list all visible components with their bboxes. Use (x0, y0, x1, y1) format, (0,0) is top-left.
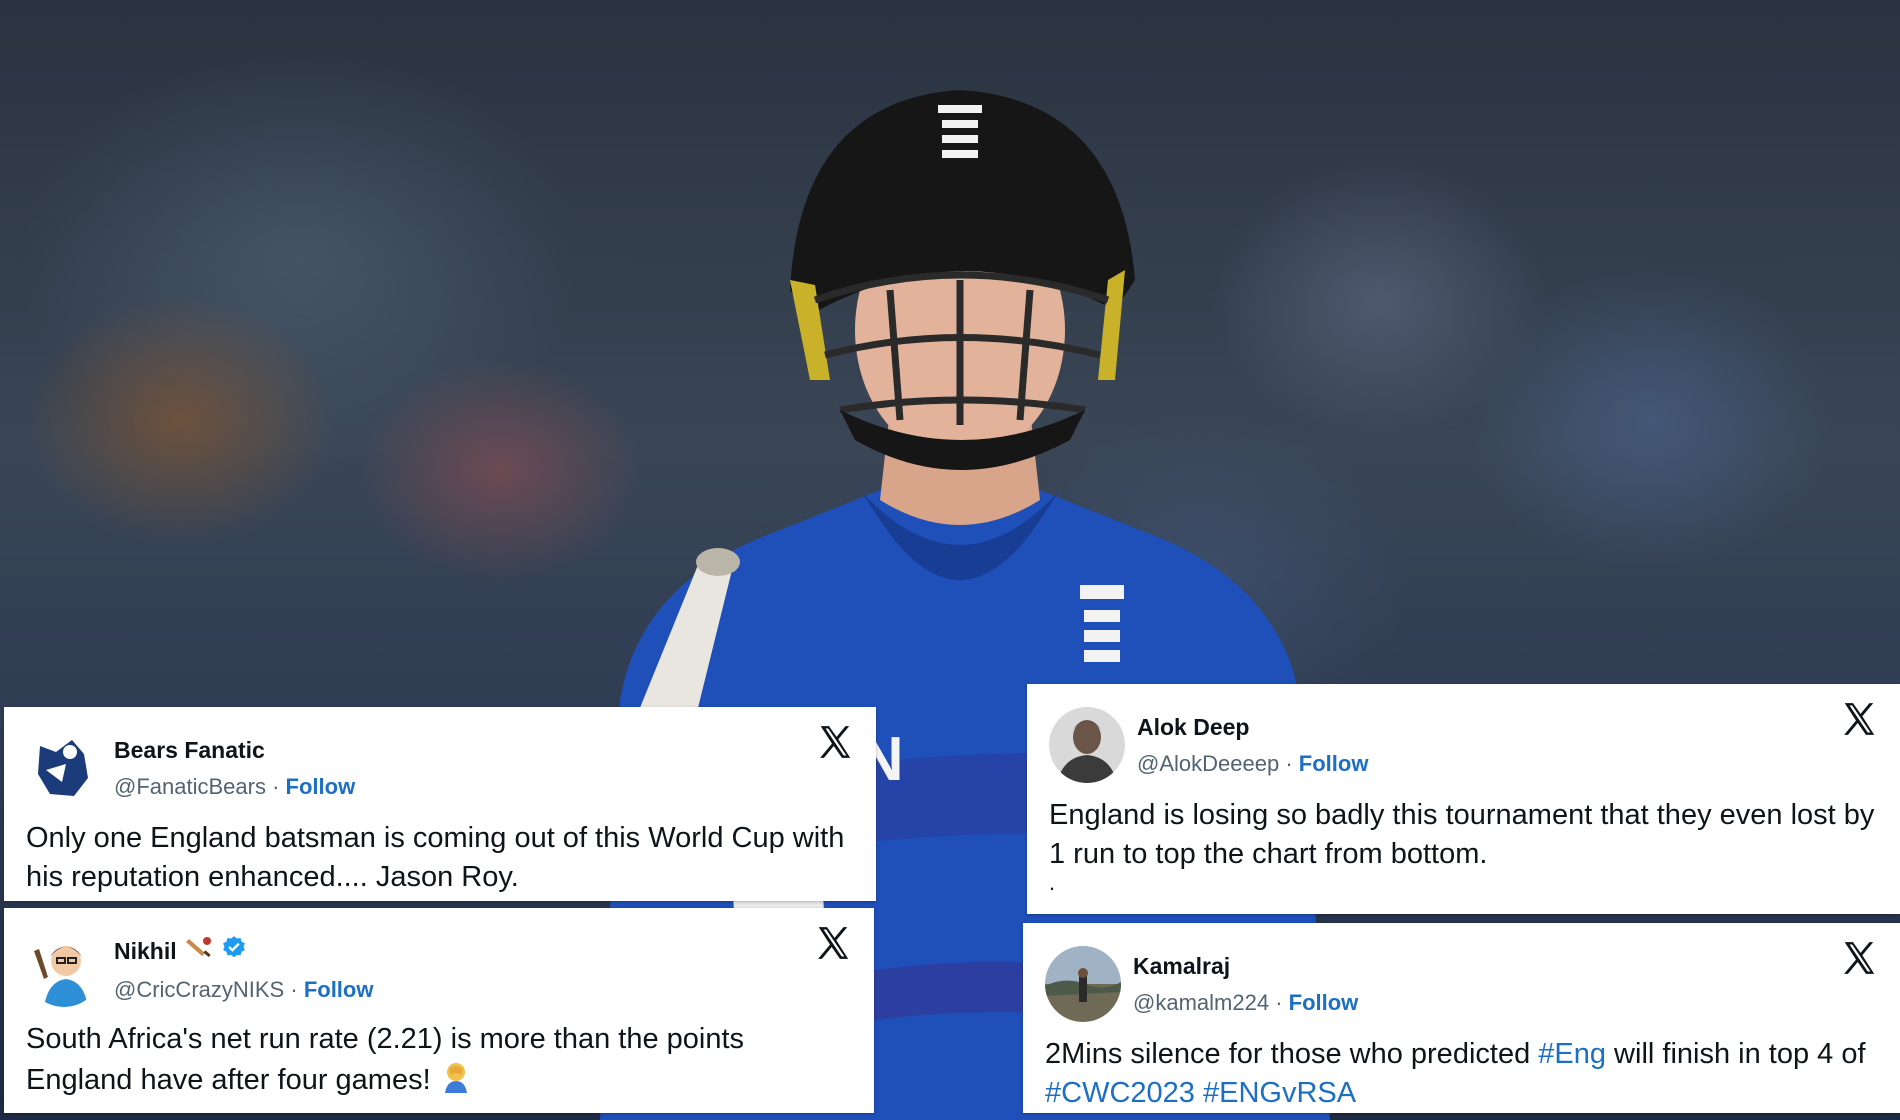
tweet-card-bears-fanatic: Bears Fanatic @FanaticBears · Follow Onl… (4, 707, 876, 901)
user-handle[interactable]: @CricCrazyNIKS (114, 977, 284, 1002)
x-logo-icon[interactable] (814, 924, 852, 962)
tweet-card-kamalraj: Kamalraj @kamalm224 · Follow 2Mins silen… (1023, 923, 1900, 1113)
separator: · (272, 773, 280, 799)
x-logo-icon[interactable] (1840, 939, 1878, 977)
follow-button[interactable]: Follow (1299, 751, 1369, 776)
tweet-text-part: 2Mins silence for those who predicted (1045, 1038, 1539, 1070)
hashtag-link[interactable]: #Eng (1538, 1038, 1606, 1070)
tweet-text: South Africa's net run rate (2.21) is mo… (26, 1020, 854, 1104)
follow-button[interactable]: Follow (286, 774, 356, 799)
user-handle[interactable]: @FanaticBears (114, 774, 266, 799)
cricket-bat-icon (185, 935, 213, 967)
follow-button[interactable]: Follow (304, 977, 374, 1002)
display-name[interactable]: Alok Deep (1137, 714, 1880, 741)
display-name[interactable]: Bears Fanatic (114, 737, 856, 764)
tweet-card-nikhil: Nikhil @CricCrazyNIKS · Follow South Afr… (4, 908, 874, 1113)
x-logo-icon[interactable] (1840, 700, 1878, 738)
tweet-text-part: will finish in top 4 of (1606, 1038, 1866, 1070)
x-logo-icon[interactable] (816, 723, 854, 761)
separator: · (1285, 750, 1293, 776)
facepalm-emoji (439, 1059, 473, 1104)
separator: · (1275, 989, 1283, 1015)
user-handle[interactable]: @AlokDeeeep (1137, 751, 1279, 776)
person-photo-avatar[interactable] (1049, 707, 1125, 783)
tweet-text: 2Mins silence for those who predicted #E… (1045, 1035, 1880, 1113)
bears-logo-avatar[interactable] (26, 730, 102, 806)
cartoon-avatar[interactable] (26, 931, 102, 1007)
tweet-card-alok-deep: Alok Deep @AlokDeeeep · Follow England i… (1027, 684, 1900, 914)
verified-badge-icon (221, 935, 247, 967)
landscape-photo-avatar[interactable] (1045, 946, 1121, 1022)
hashtag-link[interactable]: #ENGvRSA (1203, 1077, 1356, 1109)
screenshot-stage: GLAN Bears Fanatic @FanaticBears · Follo… (0, 0, 1900, 1120)
separator: · (290, 977, 298, 1002)
display-name[interactable]: Nikhil (114, 938, 177, 965)
tweet-text-body: South Africa's net run rate (2.21) is mo… (26, 1023, 745, 1097)
user-handle[interactable]: @kamalm224 (1133, 990, 1269, 1015)
follow-button[interactable]: Follow (1289, 990, 1359, 1015)
display-name[interactable]: Kamalraj (1133, 953, 1880, 980)
tweet-text: Only one England batsman is coming out o… (26, 822, 845, 893)
tweet-text-part (1195, 1077, 1203, 1109)
tweet-trailing-dot: . (1049, 870, 1056, 895)
hashtag-link[interactable]: #CWC2023 (1045, 1077, 1195, 1109)
tweet-text: England is losing so badly this tourname… (1049, 799, 1875, 870)
